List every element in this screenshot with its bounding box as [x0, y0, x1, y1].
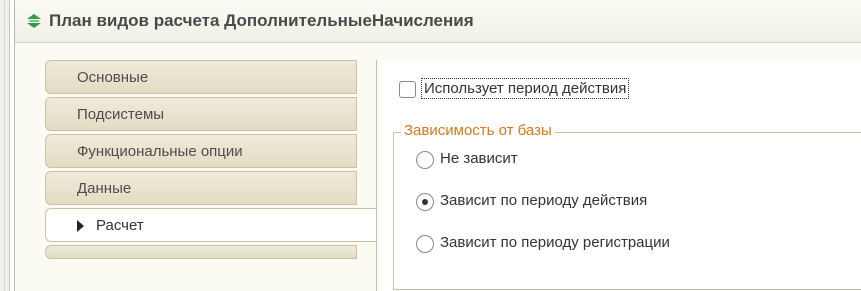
window-content: Основные Подсистемы Функциональные опции… [15, 43, 861, 291]
tab-calculation[interactable]: Расчет [45, 208, 377, 242]
window-titlebar: План видов расчета ДополнительныеНачисле… [15, 0, 861, 43]
radio-label: Зависит по периоду действия [440, 192, 648, 209]
uses-action-period-checkbox[interactable] [399, 81, 416, 98]
left-panel-edge [0, 0, 10, 291]
tab-main[interactable]: Основные [45, 60, 357, 94]
plan-of-calculation-types-icon [27, 14, 41, 28]
tab-data[interactable]: Данные [45, 171, 357, 205]
tab-label: Подсистемы [77, 106, 165, 123]
tab-subsystems[interactable]: Подсистемы [45, 97, 357, 131]
tab-label: Данные [77, 180, 132, 197]
tab-label: Основные [77, 69, 149, 86]
base-dependence-caption: Зависимость от базы [401, 122, 555, 139]
radio-button-selected[interactable] [416, 193, 434, 211]
window-title: План видов расчета ДополнительныеНачисле… [49, 11, 474, 30]
uses-action-period-label[interactable]: Использует период действия [421, 78, 630, 99]
radio-button[interactable] [416, 235, 434, 253]
tab-next-partial[interactable] [45, 245, 357, 259]
radio-button[interactable] [416, 151, 434, 169]
tab-functional-options[interactable]: Функциональные опции [45, 134, 357, 168]
current-tab-arrow-icon [77, 220, 84, 232]
radio-selected-dot [422, 199, 428, 205]
radio-label: Не зависит [440, 150, 518, 167]
calculation-tab-panel: Использует период действия Зависимость о… [376, 60, 861, 291]
radio-label: Зависит по периоду регистрации [440, 234, 670, 251]
metadata-object-window: План видов расчета ДополнительныеНачисле… [14, 0, 861, 291]
tab-list: Основные Подсистемы Функциональные опции… [45, 60, 377, 259]
tab-label: Расчет [96, 217, 144, 234]
tab-label: Функциональные опции [77, 143, 243, 160]
base-dependence-group: Зависимость от базы Не зависит Зависит п… [393, 122, 861, 290]
